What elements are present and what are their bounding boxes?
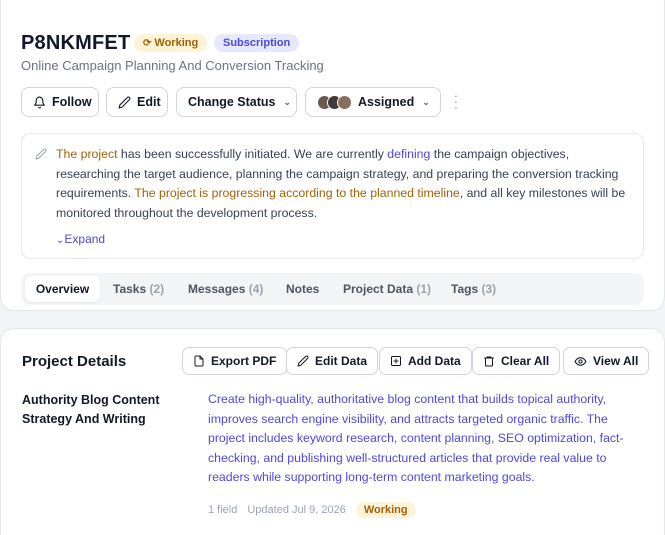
expand-label: Expand [64,232,106,246]
tab-label: Notes [286,282,320,296]
assigned-label: Assigned [358,95,415,109]
export-pdf-label: Export PDF [211,354,277,368]
description-box: The project has been successfully initia… [21,133,644,259]
tab-label: Project Data [343,282,414,296]
desc-highlight: defining [387,147,431,161]
project-title: P8NKMFET [21,32,131,54]
tab-count: (3) [481,282,497,296]
change-status-dropdown[interactable]: Change Status ⌄ [176,87,297,117]
tab-project-data[interactable]: Project Data (1) [343,276,431,302]
eye-icon [574,356,587,366]
add-data-button[interactable]: Add Data [379,347,472,375]
tab-count: (2) [149,282,165,296]
desc-text-segment: has been successfully initiated. We are … [117,147,388,161]
chevron-down-icon: ⌄ [422,96,430,107]
status-badge: Working [355,502,416,518]
clear-all-label: Clear All [501,354,550,368]
tab-messages[interactable]: Messages (4) [188,276,263,302]
tab-label: Overview [35,282,90,296]
assigned-dropdown[interactable]: Assigned ⌄ [305,87,441,117]
expand-link[interactable]: ⌄Expand [56,232,105,246]
file-icon [194,355,204,367]
updated-timestamp: Updated Jul 9, 2026 [247,504,346,516]
pencil-icon [118,96,131,108]
tab-tags[interactable]: Tags (3) [451,276,496,302]
field-count: 1 field [208,504,238,516]
type-badge: Subscription [214,34,300,52]
status-badge-label: Working [154,37,199,49]
plus-square-icon [391,356,401,366]
detail-item-description: Create high-quality, authoritative blog … [208,392,624,484]
tab-label: Tags [451,282,479,296]
change-status-label: Change Status [188,95,276,109]
project-details-card: Project Details Export PDF Edit Data Add… [0,328,665,535]
follow-button[interactable]: Follow [21,87,99,117]
description-text: The project has been successfully initia… [56,145,636,223]
export-pdf-button[interactable]: Export PDF [182,347,288,375]
status-badge: ⟳ Working [134,34,208,52]
view-all-button[interactable]: View All [563,347,650,375]
section-title: Project Details [22,353,127,370]
pencil-icon [297,355,309,367]
assignee-avatars [317,94,352,110]
detail-item-title: Authority Blog Content Strategy And Writ… [22,393,160,426]
tab-bar: Overview Tasks (2) Messages (4) Notes Pr… [21,273,644,305]
desc-highlight: The project is progressing according to … [134,186,460,200]
project-subtitle: Online Campaign Planning And Conversion … [21,58,324,73]
tab-overview[interactable]: Overview [25,276,100,302]
tab-count: (1) [416,282,432,296]
more-options-icon[interactable]: · · · [451,88,461,114]
add-data-label: Add Data [408,354,461,368]
tab-count: (4) [248,282,264,296]
tab-label: Tasks [113,282,147,296]
tab-notes[interactable]: Notes [286,276,319,302]
trash-icon [484,356,494,367]
refresh-icon: ⟳ [143,38,152,49]
edit-data-label: Edit Data [315,354,368,368]
bell-icon [34,96,45,108]
avatar [337,94,352,110]
tab-tasks[interactable]: Tasks (2) [113,276,164,302]
edit-data-button[interactable]: Edit Data [286,347,379,375]
pencil-icon [35,148,47,160]
desc-highlight: The project [56,147,118,161]
tab-label: Messages [188,282,246,296]
clear-all-button[interactable]: Clear All [472,347,561,375]
view-all-label: View All [593,354,639,368]
detail-item-meta: 1 field Updated Jul 9, 2026 Working [208,502,416,518]
follow-label: Follow [52,95,92,109]
chevron-down-icon: ⌄ [283,96,292,107]
edit-label: Edit [137,95,161,109]
edit-button[interactable]: Edit [106,87,168,117]
